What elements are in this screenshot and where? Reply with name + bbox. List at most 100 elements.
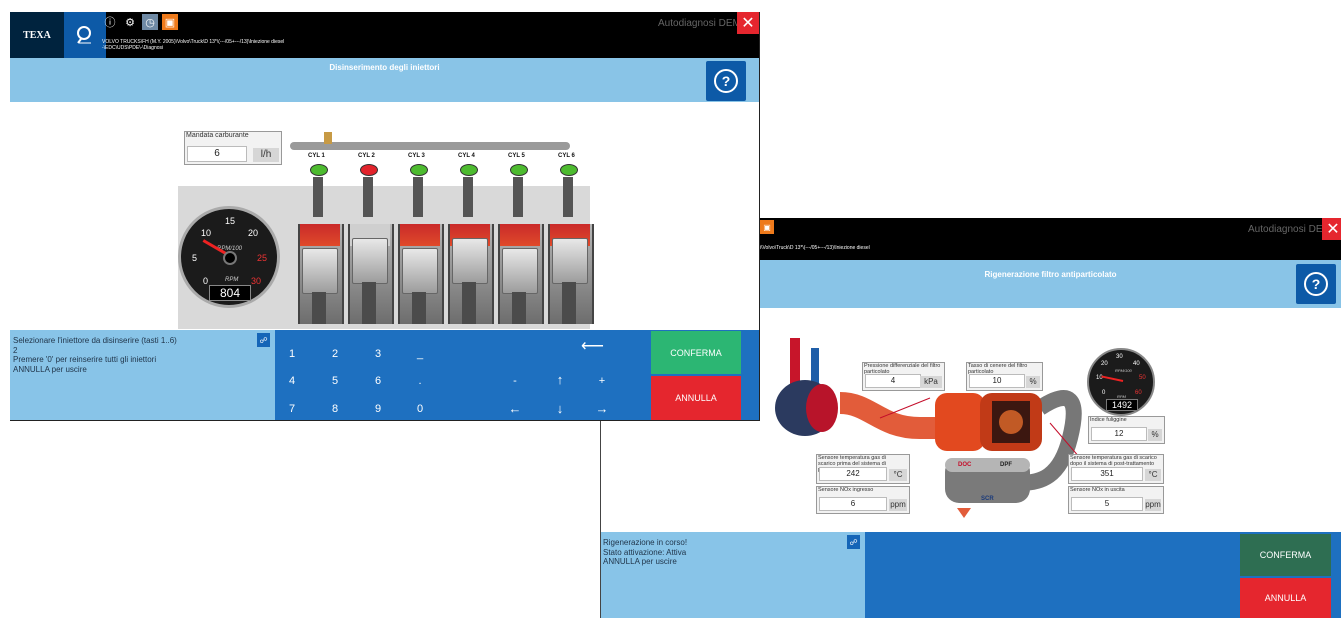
- injector-body: [563, 177, 573, 217]
- dpf-tachometer: 0 10 20 30 40 50 60 RPM/100 RPM 1492: [1087, 348, 1155, 416]
- dpf-page-title: Rigenerazione filtro antiparticolato: [984, 270, 1117, 279]
- nox-in-value: 6: [819, 497, 887, 511]
- tach-tick-5: 5: [192, 253, 198, 263]
- lock-icon: ☍: [849, 537, 858, 547]
- arrow-up-key[interactable]: ↑: [550, 372, 570, 387]
- dpf-particles: [999, 410, 1023, 434]
- doc-label: DOC: [958, 462, 972, 468]
- injector-body: [363, 177, 373, 217]
- cylinder-status-indicator[interactable]: [360, 164, 378, 176]
- cylinder-status-indicator[interactable]: [410, 164, 428, 176]
- soot-gauge: Indice fuliggine 12 %: [1088, 416, 1165, 444]
- nox-out-value: 5: [1071, 497, 1143, 511]
- dpf-close-button[interactable]: ✕: [1322, 218, 1341, 240]
- soot-value: 12: [1091, 427, 1147, 441]
- cancel-button[interactable]: ANNULLA: [651, 376, 741, 420]
- dpf-lock-button[interactable]: ☍: [847, 535, 860, 549]
- nox-out-unit: ppm: [1145, 499, 1161, 511]
- dpf-confirm-button[interactable]: CONFERMA: [1240, 534, 1331, 576]
- key-minus[interactable]: -: [505, 375, 525, 387]
- piston: [352, 238, 388, 284]
- dpf-cancel-button[interactable]: ANNULLA: [1240, 578, 1331, 618]
- cylinder-status-indicator[interactable]: [310, 164, 328, 176]
- dpf-tach-unit: RPM/100: [1115, 368, 1132, 373]
- dpf-tach-tick-20: 20: [1101, 361, 1108, 367]
- tach-tick-25: 25: [257, 253, 268, 263]
- confirm-button[interactable]: CONFERMA: [651, 331, 741, 374]
- connecting-rod: [512, 292, 526, 324]
- connecting-rod: [562, 282, 576, 324]
- instruction-line: Selezionare l'iniettore da disinserire (…: [13, 336, 177, 345]
- connecting-rod: [412, 292, 426, 324]
- fuel-value: 6: [187, 146, 247, 162]
- connecting-rod: [462, 282, 476, 324]
- key-6[interactable]: 6: [368, 375, 388, 387]
- instruction-selected-value: 2: [13, 345, 18, 355]
- cylinder-label: CYL 6: [558, 153, 575, 159]
- key-dot[interactable]: .: [410, 375, 430, 387]
- connecting-rod: [312, 292, 326, 324]
- key-3[interactable]: 3: [368, 348, 388, 360]
- dpf-tach-tick-40: 40: [1133, 361, 1140, 367]
- temp-after-unit: °C: [1145, 469, 1161, 481]
- lock-button[interactable]: ☍: [257, 333, 270, 347]
- doc-canister: [935, 393, 985, 451]
- close-icon: ✕: [1326, 221, 1340, 238]
- dpf-tach-tick-30: 30: [1116, 354, 1123, 360]
- dpf-breadcrumb: i\Volvo\Truck\D 13*\(---/05+---/13)\Inie…: [760, 245, 870, 251]
- dpf-instruction-panel: Rigenerazione in corso! Stato attivazion…: [600, 532, 865, 618]
- window-connector-line: [600, 420, 601, 618]
- temp-before-value: 242: [819, 467, 887, 481]
- dpf-tach-rpm-value: 1492: [1106, 399, 1138, 411]
- ash-gauge: Tasso di cenere del filtro particolato 1…: [966, 362, 1043, 391]
- tach-tick-20: 20: [248, 228, 259, 238]
- ash-value: 10: [969, 374, 1025, 388]
- key-5[interactable]: 5: [325, 375, 345, 387]
- fuel-gauge: Mandata carburante 6 l/h: [184, 131, 282, 165]
- piston: [302, 248, 338, 294]
- cylinder-status-indicator[interactable]: [510, 164, 528, 176]
- ecu-icon[interactable]: ▣: [760, 220, 774, 234]
- key-8[interactable]: 8: [325, 403, 345, 415]
- arrow-left-key[interactable]: ←: [505, 401, 525, 416]
- nox-in-label: Sensore NOx ingresso: [818, 487, 874, 493]
- injector-body: [313, 177, 323, 217]
- backspace-key[interactable]: ⟵: [581, 336, 604, 356]
- cylinder-status-indicator[interactable]: [460, 164, 478, 176]
- fuel-label: Mandata carburante: [186, 132, 249, 139]
- cylinder-label: CYL 2: [358, 153, 375, 159]
- tach-hub: [223, 251, 237, 265]
- piston: [402, 248, 438, 294]
- arrow-right-key[interactable]: →: [592, 401, 612, 416]
- temp-after-label: Sensore temperatura gas di scarico dopo …: [1070, 455, 1157, 467]
- key-9[interactable]: 9: [368, 403, 388, 415]
- dpf-instruction-line: ANNULLA per uscire: [603, 557, 677, 566]
- dpf-label: DPF: [1000, 462, 1012, 468]
- dpf-instruction-line: Stato attivazione: Attiva: [603, 547, 687, 557]
- key-7[interactable]: 7: [282, 403, 302, 415]
- temp-after-gauge: Sensore temperatura gas di scarico dopo …: [1068, 454, 1164, 484]
- nox-in-unit: ppm: [889, 499, 907, 511]
- injector-body: [463, 177, 473, 217]
- fuel-unit: l/h: [253, 148, 279, 162]
- tach-tick-30: 30: [251, 276, 262, 286]
- injector-body: [513, 177, 523, 217]
- key-plus[interactable]: +: [592, 375, 612, 387]
- cylinder-label: CYL 4: [458, 153, 475, 159]
- dpf-tach-needle: [1101, 375, 1124, 382]
- arrow-down-key[interactable]: ↓: [550, 401, 570, 416]
- instruction-panel: Selezionare l'iniettore da disinserire (…: [10, 330, 275, 420]
- key-4[interactable]: 4: [282, 375, 302, 387]
- piston: [502, 248, 538, 294]
- ash-unit: %: [1026, 376, 1040, 388]
- cylinder-status-indicator[interactable]: [560, 164, 578, 176]
- temp-before-unit: °C: [889, 469, 907, 481]
- key-0[interactable]: 0: [410, 403, 430, 415]
- pressure-gauge: Pressione differenziale del filtro parti…: [862, 362, 945, 391]
- pressure-unit: kPa: [920, 376, 942, 388]
- key-1[interactable]: 1: [282, 348, 302, 360]
- dpf-help-button[interactable]: ?: [1296, 264, 1336, 304]
- key-2[interactable]: 2: [325, 348, 345, 360]
- key-underscore[interactable]: _: [410, 348, 430, 360]
- temp-after-value: 351: [1071, 467, 1143, 481]
